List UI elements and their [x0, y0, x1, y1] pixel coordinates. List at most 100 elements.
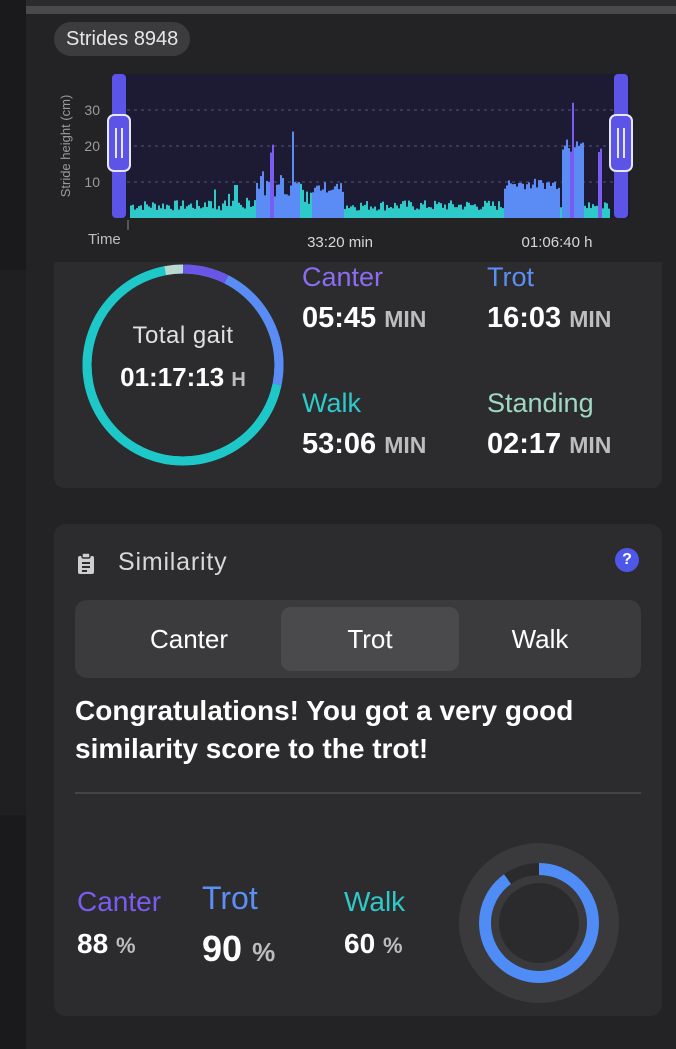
chart-bar [560, 207, 562, 218]
chart-bar [372, 208, 374, 218]
chart-bar [330, 190, 332, 218]
chart-bar [558, 187, 560, 218]
chart-bar [516, 186, 518, 218]
walk-time-value: 53:06 [302, 428, 377, 460]
chart-bar [238, 202, 240, 218]
chart-bar [432, 209, 434, 218]
chart-bar [428, 206, 430, 218]
chart-bar [598, 152, 600, 218]
chart-bar [414, 209, 416, 218]
chart-bar [592, 204, 594, 218]
walk-score-unit: % [382, 933, 403, 958]
chart-bar [354, 207, 356, 218]
trot-time: 16:03 MIN [487, 302, 611, 335]
chart-bar [444, 204, 446, 218]
chart-bar [538, 180, 540, 218]
chart-bar [484, 200, 486, 218]
chart-bar [528, 182, 530, 218]
chart-bar [218, 205, 220, 218]
chart-bar [532, 184, 534, 218]
chart-bar [344, 209, 346, 218]
chart-bar [290, 185, 292, 218]
strides-badge: Strides 8948 [54, 22, 191, 56]
chart-bar [542, 183, 544, 218]
chart-bar [310, 192, 312, 218]
chart-bar [488, 200, 490, 218]
chart-bar [268, 182, 270, 218]
chart-bar [150, 207, 152, 218]
chart-bar [320, 190, 322, 218]
tab-walk[interactable]: Walk [459, 600, 621, 678]
chart-bar [462, 209, 464, 218]
chart-bar [258, 188, 260, 218]
chart-bar [374, 206, 376, 218]
chart-bar [518, 183, 520, 218]
chart-bar [340, 183, 342, 218]
chart-bar [466, 201, 468, 218]
chart-bar [392, 208, 394, 218]
chart-bar [328, 190, 330, 218]
chart-bar [194, 208, 196, 218]
chart-bar [452, 204, 454, 218]
chart-bar [318, 185, 320, 218]
chart-xlabel: Time [88, 231, 121, 248]
chart-bar [204, 202, 206, 218]
standing-time-unit: MIN [569, 432, 612, 458]
chart-bar [540, 180, 542, 218]
chart-bar [552, 182, 554, 218]
gait-summary-card: Total gait 01:17:13 H Canter 05:45 MIN T… [54, 262, 662, 488]
chart-bar [368, 209, 370, 218]
chart-bar [512, 184, 514, 218]
canter-label: Canter [302, 262, 384, 292]
chart-bar [500, 207, 502, 218]
chart-bar [146, 204, 148, 218]
trot-score-unit: % [252, 937, 276, 967]
canter-score: 88 % [77, 928, 136, 960]
chart-bar [286, 194, 288, 218]
chart-bar [608, 208, 610, 218]
chart-bar [570, 151, 572, 218]
chart-bar [530, 188, 532, 218]
range-right-handle[interactable] [609, 114, 633, 172]
help-icon[interactable]: ? [615, 548, 639, 572]
tab-trot[interactable]: Trot [281, 607, 459, 671]
chart-bar [524, 189, 526, 218]
chart-bar [188, 204, 190, 218]
chart-bar [356, 210, 358, 218]
chart-bar [498, 201, 500, 218]
chart-bar [228, 193, 230, 218]
chart-bar [476, 206, 478, 218]
chart-bar [158, 205, 160, 218]
chart-ytick-label: 20 [84, 138, 100, 154]
chart-bar [514, 183, 516, 218]
chart-bar [562, 149, 564, 218]
similarity-title: Similarity [118, 548, 228, 576]
chart-bar [456, 207, 458, 218]
chart-bar [142, 209, 144, 218]
chart-bar [302, 189, 304, 218]
chart-bar [388, 207, 390, 218]
chart-bar [184, 208, 186, 218]
chart-bar [322, 189, 324, 218]
chart-bar [578, 145, 580, 218]
chart-bar [170, 208, 172, 218]
trot-score: 90 % [202, 928, 275, 970]
chart-bar [242, 207, 244, 218]
chart-bar [496, 209, 498, 218]
chart-bar [588, 202, 590, 218]
trot-score-value: 90 [202, 928, 243, 969]
chart-bar [440, 203, 442, 218]
chart-bar [346, 205, 348, 218]
chart-bar [312, 192, 314, 218]
chart-bar [300, 183, 302, 218]
chart-bar [602, 208, 604, 218]
trot-score-label: Trot [202, 880, 258, 916]
walk-label: Walk [302, 388, 361, 418]
stride-chart[interactable]: Stride height (cm) 10 20 30 Time 33:20 min… [54, 70, 650, 260]
chart-bar [334, 186, 336, 218]
strides-label: Strides [66, 28, 129, 50]
standing-time: 02:17 MIN [487, 428, 611, 461]
tab-canter[interactable]: Canter [75, 600, 303, 678]
range-left-handle[interactable] [107, 114, 131, 172]
canter-score-unit: % [115, 933, 136, 958]
